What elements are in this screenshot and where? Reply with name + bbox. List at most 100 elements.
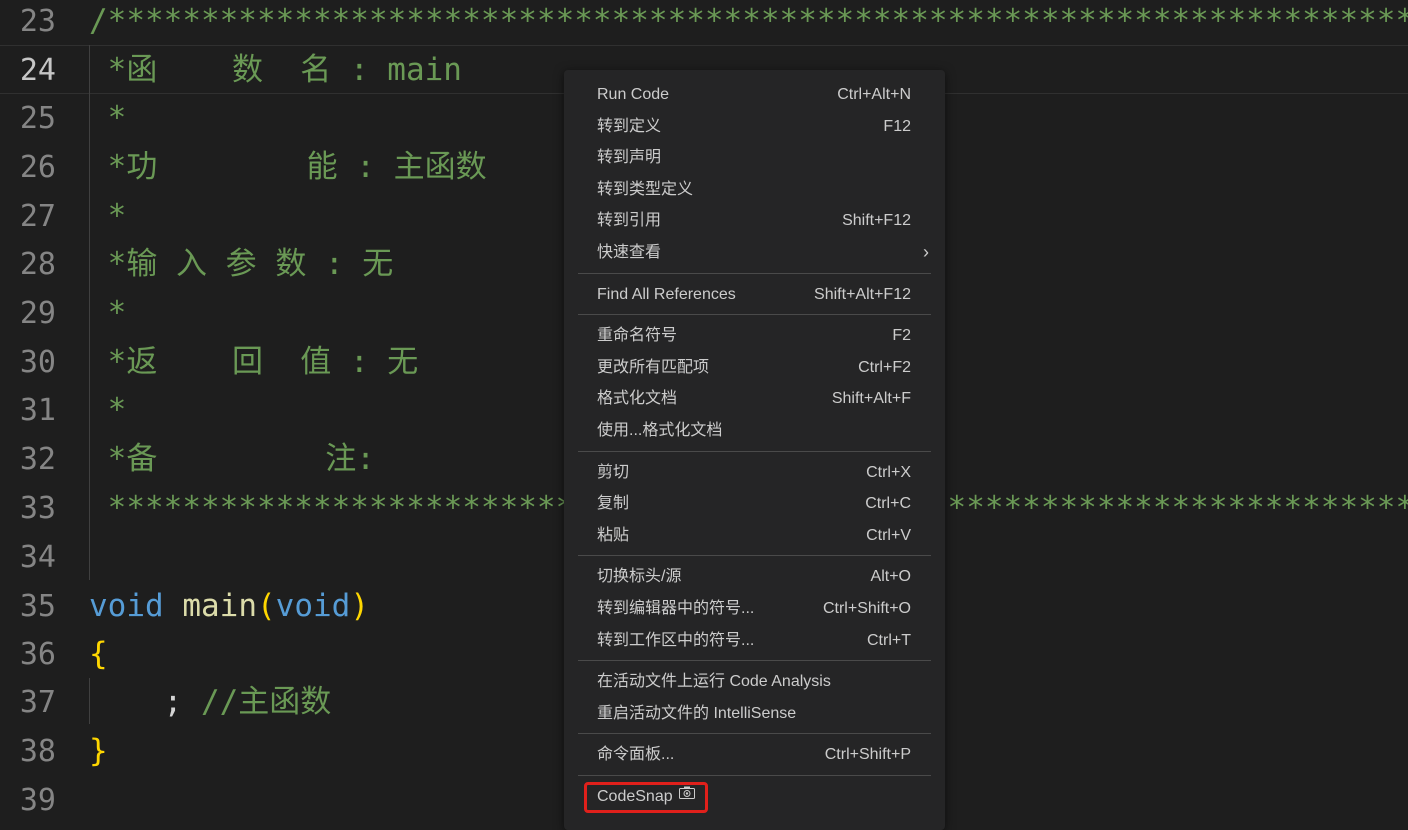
menu-item[interactable]: 转到类型定义 [564, 174, 945, 206]
menu-item[interactable]: 命令面板... Ctrl+Shift+P [564, 739, 945, 771]
line-number: 35 [19, 589, 56, 624]
menu-item[interactable]: Run Code Ctrl+Alt+N [564, 79, 945, 111]
code-token: } [89, 733, 108, 769]
menu-item[interactable]: 复制 Ctrl+C [564, 488, 945, 520]
menu-item-shortcut: Alt+O [870, 568, 911, 586]
menu-item[interactable]: 使用...格式化文档 [564, 415, 945, 447]
menu-item-text: 转到类型定义 [597, 180, 694, 198]
menu-item-shortcut: F2 [892, 327, 911, 345]
code-text: } [89, 727, 108, 776]
line-number: 28 [19, 247, 56, 282]
menu-item[interactable]: 粘贴 Ctrl+V [564, 520, 945, 552]
menu-item-label: 转到引用 [597, 205, 661, 237]
menu-item-shortcut: Ctrl+T [867, 631, 911, 649]
line-number: 39 [19, 783, 56, 818]
menu-item-text: 重命名符号 [597, 327, 678, 345]
menu-separator [578, 450, 931, 452]
menu-item[interactable]: 快速查看 › [564, 237, 945, 269]
menu-item[interactable]: 重启活动文件的 IntelliSense [564, 698, 945, 730]
menu-item-text: 转到编辑器中的符号... [597, 599, 755, 617]
menu-item-label: 转到类型定义 [597, 174, 693, 206]
code-token: *输 入 参 数 : 无 [89, 246, 394, 282]
menu-item[interactable]: 格式化文档 Shift+Alt+F [564, 383, 945, 415]
menu-item-text: 剪切 [597, 463, 630, 481]
code-text: * [89, 192, 127, 241]
menu-item-text: 切换标头/源 [597, 568, 682, 586]
menu-item-label: Find All References [597, 279, 736, 311]
menu-item-label: 重启活动文件的 IntelliSense [597, 698, 796, 730]
line-number: 36 [19, 637, 56, 672]
line-number: 27 [19, 199, 56, 234]
line-number: 37 [19, 685, 56, 720]
menu-item-label: Run Code [597, 79, 669, 111]
menu-item-label: 转到定义 [597, 111, 661, 143]
menu-item[interactable]: 转到定义 F12 [564, 111, 945, 143]
menu-separator [578, 272, 931, 274]
code-token: main [182, 588, 257, 624]
menu-separator [578, 314, 931, 316]
menu-item-shortcut: Ctrl+Alt+N [837, 86, 911, 103]
line-number: 38 [19, 734, 56, 769]
menu-item-label: 剪切 [597, 457, 629, 489]
menu-item-shortcut: Shift+Alt+F12 [814, 285, 911, 303]
chevron-right-icon: › [923, 241, 929, 262]
menu-item-text: 转到定义 [597, 117, 662, 135]
menu-item[interactable]: 转到编辑器中的符号... Ctrl+Shift+O [564, 593, 945, 625]
menu-item[interactable]: 重命名符号 F2 [564, 320, 945, 352]
menu-item[interactable]: 剪切 Ctrl+X [564, 457, 945, 489]
menu-item-label: 更改所有匹配项 [597, 352, 709, 384]
line-number: 23 [19, 4, 56, 39]
menu-item[interactable]: 转到声明 [564, 142, 945, 174]
menu-item-text: Run Code [597, 86, 670, 103]
code-token: *备 注: [89, 441, 375, 477]
code-text: * [89, 289, 127, 338]
menu-item[interactable]: CodeSnap [564, 781, 945, 813]
menu-item[interactable]: 转到工作区中的符号... Ctrl+T [564, 625, 945, 657]
code-text: void main(void) [89, 582, 369, 631]
menu-item-text: 粘贴 [597, 526, 630, 544]
menu-item-label: 粘贴 [597, 520, 629, 552]
indent-guide [89, 678, 90, 724]
code-line[interactable]: 23 /*************************************… [0, 0, 1408, 46]
code-token: //主函数 [200, 684, 332, 720]
menu-item[interactable]: 切换标头/源 Alt+O [564, 561, 945, 593]
menu-item[interactable]: 转到引用 Shift+F12 [564, 205, 945, 237]
menu-separator [578, 733, 931, 735]
code-text: *函 数 名 : main [89, 46, 462, 95]
code-text: *功 能 : 主函数 [89, 143, 487, 192]
line-number: 32 [19, 442, 56, 477]
code-token: * [89, 295, 127, 331]
menu-item[interactable]: Find All References Shift+Alt+F12 [564, 279, 945, 311]
code-token: void [275, 588, 351, 624]
menu-item[interactable]: 在活动文件上运行 Code Analysis [564, 666, 945, 698]
menu-separator [578, 555, 931, 557]
menu-item-text: 快速查看 [597, 243, 662, 261]
menu-item-text: 更改所有匹配项 [597, 358, 710, 376]
menu-item-label: 复制 [597, 488, 629, 520]
line-number: 26 [19, 150, 56, 185]
code-text: * [89, 386, 127, 435]
code-token: ) [350, 588, 369, 624]
indent-guide [89, 45, 90, 580]
code-token: ( [256, 588, 276, 624]
code-token: *函 数 名 : main [89, 52, 462, 88]
menu-item-text: 复制 [597, 495, 630, 513]
menu-item-label: 格式化文档 [597, 383, 677, 415]
line-number: 24 [19, 53, 56, 88]
menu-item-text: 转到声明 [597, 149, 662, 167]
code-text: *返 回 值 : 无 [89, 338, 419, 387]
menu-item-text: 使用...格式化文档 [597, 421, 723, 439]
menu-item[interactable]: 更改所有匹配项 Ctrl+F2 [564, 352, 945, 384]
menu-item-shortcut: Ctrl+F2 [858, 358, 911, 376]
code-token: ; [89, 684, 201, 720]
menu-item-shortcut: Ctrl+Shift+P [824, 746, 911, 764]
menu-item-label: 命令面板... [597, 739, 674, 771]
code-token: * [89, 198, 127, 234]
menu-item-label: 转到声明 [597, 142, 661, 174]
code-token: * [89, 392, 127, 428]
menu-item-label: 重命名符号 [597, 320, 677, 352]
highlight-box [584, 781, 708, 813]
line-number: 25 [19, 101, 56, 136]
code-token: { [89, 636, 108, 672]
code-token: void [89, 588, 164, 624]
